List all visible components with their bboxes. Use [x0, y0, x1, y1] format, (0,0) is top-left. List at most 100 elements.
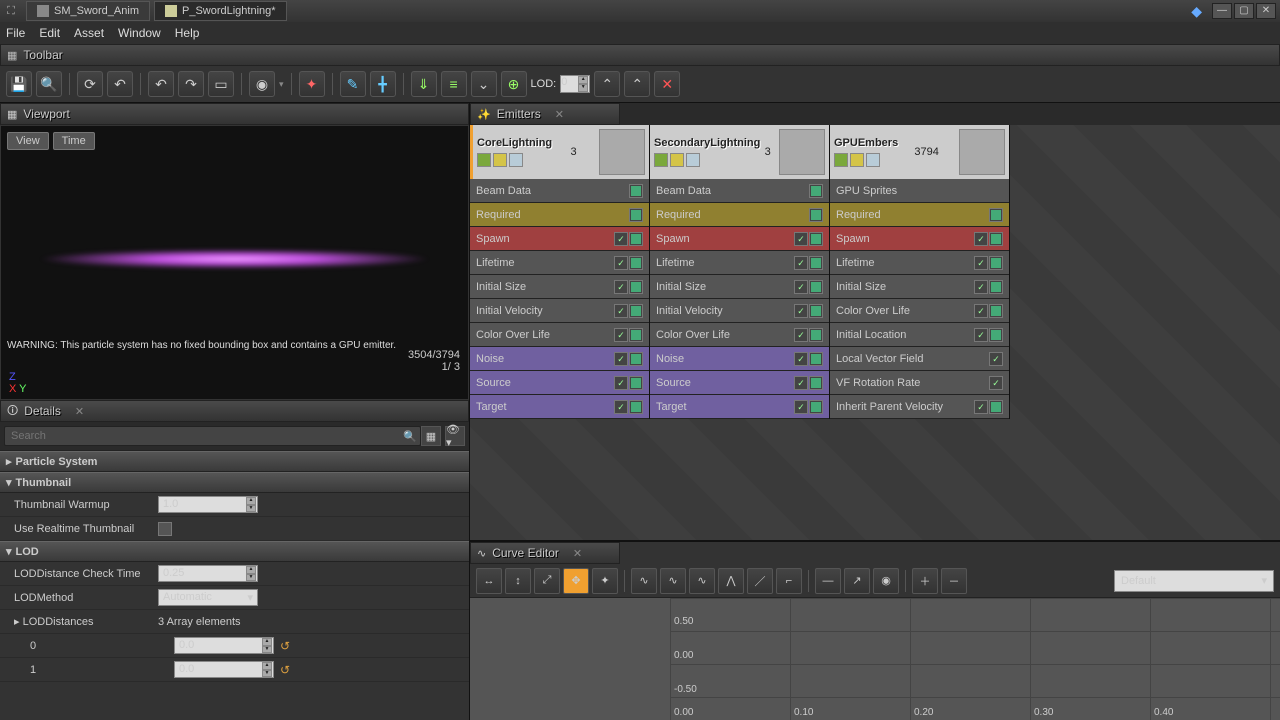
menu-window[interactable]: Window [118, 26, 161, 40]
module-curve-button[interactable] [809, 352, 823, 366]
property-matrix-button[interactable]: ▦ [421, 426, 441, 446]
module-enable-checkbox[interactable] [974, 328, 988, 342]
curve-preset-select[interactable]: Default▾ [1114, 570, 1274, 592]
background-color-button[interactable]: ✎ [340, 71, 366, 97]
fit-horizontal-button[interactable]: ↔ [476, 568, 502, 594]
lod-method-select[interactable]: Automatic ▾ [158, 589, 258, 606]
module-row[interactable]: Target [650, 395, 829, 419]
curve-graph[interactable]: 0.50 0.00 -0.50 0.00 0.10 0.20 0.30 0.40 [670, 598, 1280, 720]
module-row[interactable]: Spawn [470, 227, 649, 251]
module-curve-button[interactable] [809, 400, 823, 414]
add-lod-button[interactable]: ⊕ [501, 71, 527, 97]
origin-axis-button[interactable]: ✦ [299, 71, 325, 97]
cross-icon[interactable] [509, 153, 523, 167]
save-button[interactable]: 💾 [6, 71, 32, 97]
module-curve-button[interactable] [629, 280, 643, 294]
module-curve-button[interactable] [809, 280, 823, 294]
module-row[interactable]: Noise [650, 347, 829, 371]
document-tab-1[interactable]: P_SwordLightning* [154, 1, 287, 21]
time-menu-button[interactable]: Time [53, 132, 95, 150]
pan-button[interactable]: ✥ [563, 568, 589, 594]
render-icon[interactable] [493, 153, 507, 167]
thumbnail-button[interactable]: ▭ [208, 71, 234, 97]
create-tab-button[interactable]: ＋ [912, 568, 938, 594]
emitter-column[interactable]: GPUEmbers3794GPU SpritesRequiredSpawnLif… [830, 125, 1010, 419]
module-enable-checkbox[interactable] [614, 328, 628, 342]
render-icon[interactable] [850, 153, 864, 167]
restart-sim-button[interactable]: ⟳ [77, 71, 103, 97]
module-curve-button[interactable] [629, 256, 643, 270]
mode-user-button[interactable]: ∿ [689, 568, 715, 594]
solo-icon[interactable] [477, 153, 491, 167]
emitters-panel[interactable]: CoreLightning3Beam DataRequiredSpawnLife… [470, 125, 1280, 540]
module-curve-button[interactable] [809, 232, 823, 246]
mode-auto-clamped-button[interactable]: ∿ [660, 568, 686, 594]
module-enable-checkbox[interactable] [614, 256, 628, 270]
module-enable-checkbox[interactable] [794, 232, 808, 246]
emitter-column[interactable]: CoreLightning3Beam DataRequiredSpawnLife… [470, 125, 650, 419]
lowest-lod-button[interactable]: ≡ [441, 71, 467, 97]
curve-close-icon[interactable]: ✕ [573, 547, 582, 560]
module-enable-checkbox[interactable] [614, 352, 628, 366]
module-row[interactable]: Inherit Parent Velocity [830, 395, 1009, 419]
flatten-button[interactable]: — [815, 568, 841, 594]
module-row[interactable]: GPU Sprites [830, 179, 1009, 203]
menu-file[interactable]: File [6, 26, 25, 40]
module-curve-button[interactable] [809, 256, 823, 270]
reset-icon[interactable]: ↺ [280, 639, 294, 653]
higher-lod-button[interactable]: ⌃ [594, 71, 620, 97]
expand-icon[interactable]: ▸ [14, 616, 20, 628]
restart-level-button[interactable]: ↶ [107, 71, 133, 97]
module-enable-checkbox[interactable] [614, 280, 628, 294]
module-curve-button[interactable] [629, 376, 643, 390]
module-row[interactable]: VF Rotation Rate [830, 371, 1009, 395]
module-enable-checkbox[interactable] [614, 376, 628, 390]
straighten-button[interactable]: ↗ [844, 568, 870, 594]
delete-tab-button[interactable]: － [941, 568, 967, 594]
category-lod[interactable]: ▾LOD [0, 541, 469, 562]
emitter-column[interactable]: SecondaryLightning3Beam DataRequiredSpaw… [650, 125, 830, 419]
module-enable-checkbox[interactable] [614, 304, 628, 318]
preview-viewport[interactable]: View Time WARNING: This particle system … [0, 125, 469, 400]
module-row[interactable]: Lifetime [830, 251, 1009, 275]
module-enable-checkbox[interactable] [794, 304, 808, 318]
module-enable-checkbox[interactable] [794, 256, 808, 270]
module-enable-checkbox[interactable] [974, 400, 988, 414]
module-curve-button[interactable] [809, 328, 823, 342]
regen-lod-button[interactable]: ⇓ [411, 71, 437, 97]
render-icon[interactable] [670, 153, 684, 167]
curve-track-list[interactable] [470, 598, 670, 720]
module-row[interactable]: Spawn [830, 227, 1009, 251]
module-enable-checkbox[interactable] [974, 280, 988, 294]
cross-icon[interactable] [866, 153, 880, 167]
module-curve-button[interactable] [629, 184, 643, 198]
menu-asset[interactable]: Asset [74, 26, 104, 40]
maximize-button[interactable]: ▢ [1234, 3, 1254, 19]
visibility-button[interactable]: 👁 ▾ [445, 426, 465, 446]
find-in-cb-button[interactable]: 🔍 [36, 71, 62, 97]
minimize-button[interactable]: — [1212, 3, 1232, 19]
module-enable-checkbox[interactable] [794, 328, 808, 342]
fit-vertical-button[interactable]: ↕ [505, 568, 531, 594]
category-thumbnail[interactable]: ▾Thumbnail [0, 472, 469, 493]
module-curve-button[interactable] [989, 304, 1003, 318]
redo-button[interactable]: ↷ [178, 71, 204, 97]
highest-lod-button[interactable]: ⌃ [624, 71, 650, 97]
module-row[interactable]: Required [650, 203, 829, 227]
module-curve-button[interactable] [809, 184, 823, 198]
emitter-header[interactable]: CoreLightning3 [470, 125, 649, 179]
details-close-icon[interactable]: ✕ [75, 405, 84, 418]
module-curve-button[interactable] [629, 208, 643, 222]
module-enable-checkbox[interactable] [794, 400, 808, 414]
mode-auto-button[interactable]: ∿ [631, 568, 657, 594]
delete-lod-button[interactable]: ✕ [654, 71, 680, 97]
details-search-input[interactable] [4, 426, 421, 446]
lod-spinner[interactable]: 0▲▼ [560, 75, 590, 93]
module-row[interactable]: Color Over Life [650, 323, 829, 347]
emitter-header[interactable]: SecondaryLightning3 [650, 125, 829, 179]
module-curve-button[interactable] [629, 328, 643, 342]
category-particle-system[interactable]: ▸Particle System [0, 451, 469, 472]
module-enable-checkbox[interactable] [989, 352, 1003, 366]
show-all-button[interactable]: ◉ [873, 568, 899, 594]
module-row[interactable]: Beam Data [650, 179, 829, 203]
